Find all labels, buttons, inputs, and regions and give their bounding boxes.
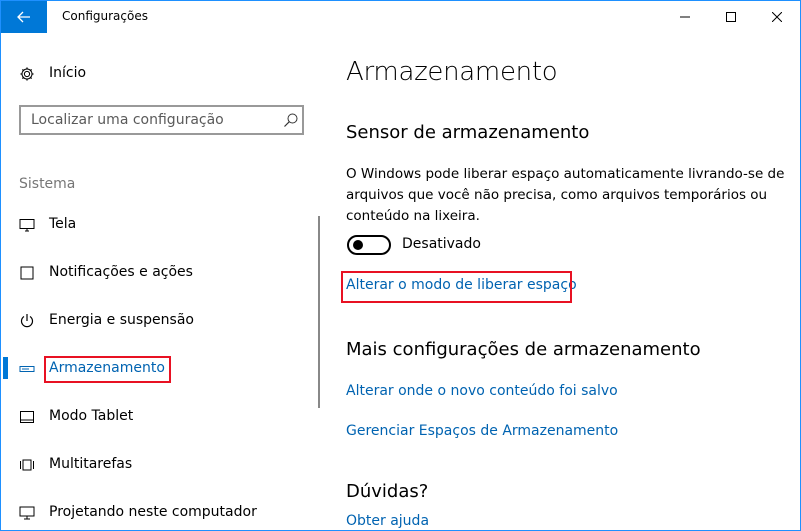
get-help-link[interactable]: Obter ajuda (346, 513, 429, 529)
nav-home[interactable]: Início (1, 59, 331, 89)
notifications-icon (20, 266, 34, 280)
sidebar-item-label: Notificações e ações (49, 264, 193, 280)
storage-icon (19, 366, 35, 372)
search-box[interactable] (19, 105, 304, 135)
manage-storage-spaces-link[interactable]: Gerenciar Espaços de Armazenamento (346, 423, 618, 439)
close-button[interactable] (754, 1, 800, 33)
sidebar-item-label: Multitarefas (49, 456, 133, 472)
highlight-box-storage (44, 356, 171, 383)
sidebar-item-label: Projetando neste computador (49, 504, 257, 520)
section-label-system: Sistema (19, 176, 76, 192)
storage-sense-description: O Windows pode liberar espaço automatica… (346, 166, 785, 224)
sidebar-item-label: Tela (49, 216, 77, 232)
sidebar-item-notifications[interactable]: Notificações e ações (1, 253, 331, 293)
back-button[interactable] (1, 1, 47, 33)
close-icon (772, 12, 782, 22)
search-input[interactable] (21, 107, 271, 133)
more-storage-settings-heading: Mais configurações de armazenamento (346, 339, 701, 360)
sidebar-item-tablet-mode[interactable]: Modo Tablet (1, 397, 331, 437)
title-bar: Configurações (1, 1, 800, 33)
power-icon (20, 314, 34, 328)
tablet-icon (20, 411, 34, 423)
multitask-icon (20, 459, 34, 471)
sidebar-item-label: Modo Tablet (49, 408, 134, 424)
sidebar-item-display[interactable]: Tela (1, 205, 331, 245)
toggle-state-label: Desativado (402, 236, 481, 252)
active-indicator (3, 357, 8, 379)
maximize-button[interactable] (708, 1, 754, 33)
storage-sense-toggle[interactable] (347, 235, 391, 255)
window-title: Configurações (62, 9, 148, 23)
nav-home-label: Início (49, 65, 87, 81)
settings-window: Configurações Início Sistema T (0, 0, 801, 531)
gear-icon (20, 67, 34, 81)
page-title: Armazenamento (346, 57, 558, 87)
arrow-left-icon (17, 11, 30, 23)
monitor-icon (19, 219, 35, 232)
minimize-icon (680, 16, 690, 18)
change-save-location-link[interactable]: Alterar onde o novo conteúdo foi salvo (346, 383, 618, 399)
toggle-knob (353, 240, 363, 250)
questions-heading: Dúvidas? (346, 481, 429, 502)
sidebar-scrollbar[interactable] (318, 216, 320, 408)
sidebar-item-power[interactable]: Energia e suspensão (1, 301, 331, 341)
maximize-icon (726, 12, 736, 22)
projecting-icon (19, 506, 35, 520)
sidebar-item-projecting[interactable]: Projetando neste computador (1, 493, 331, 530)
sidebar-item-multitasking[interactable]: Multitarefas (1, 445, 331, 485)
minimize-button[interactable] (662, 1, 708, 33)
highlight-box-link (341, 271, 572, 303)
storage-sense-heading: Sensor de armazenamento (346, 122, 590, 143)
sidebar-item-label: Energia e suspensão (49, 312, 194, 328)
search-icon[interactable] (283, 112, 299, 128)
